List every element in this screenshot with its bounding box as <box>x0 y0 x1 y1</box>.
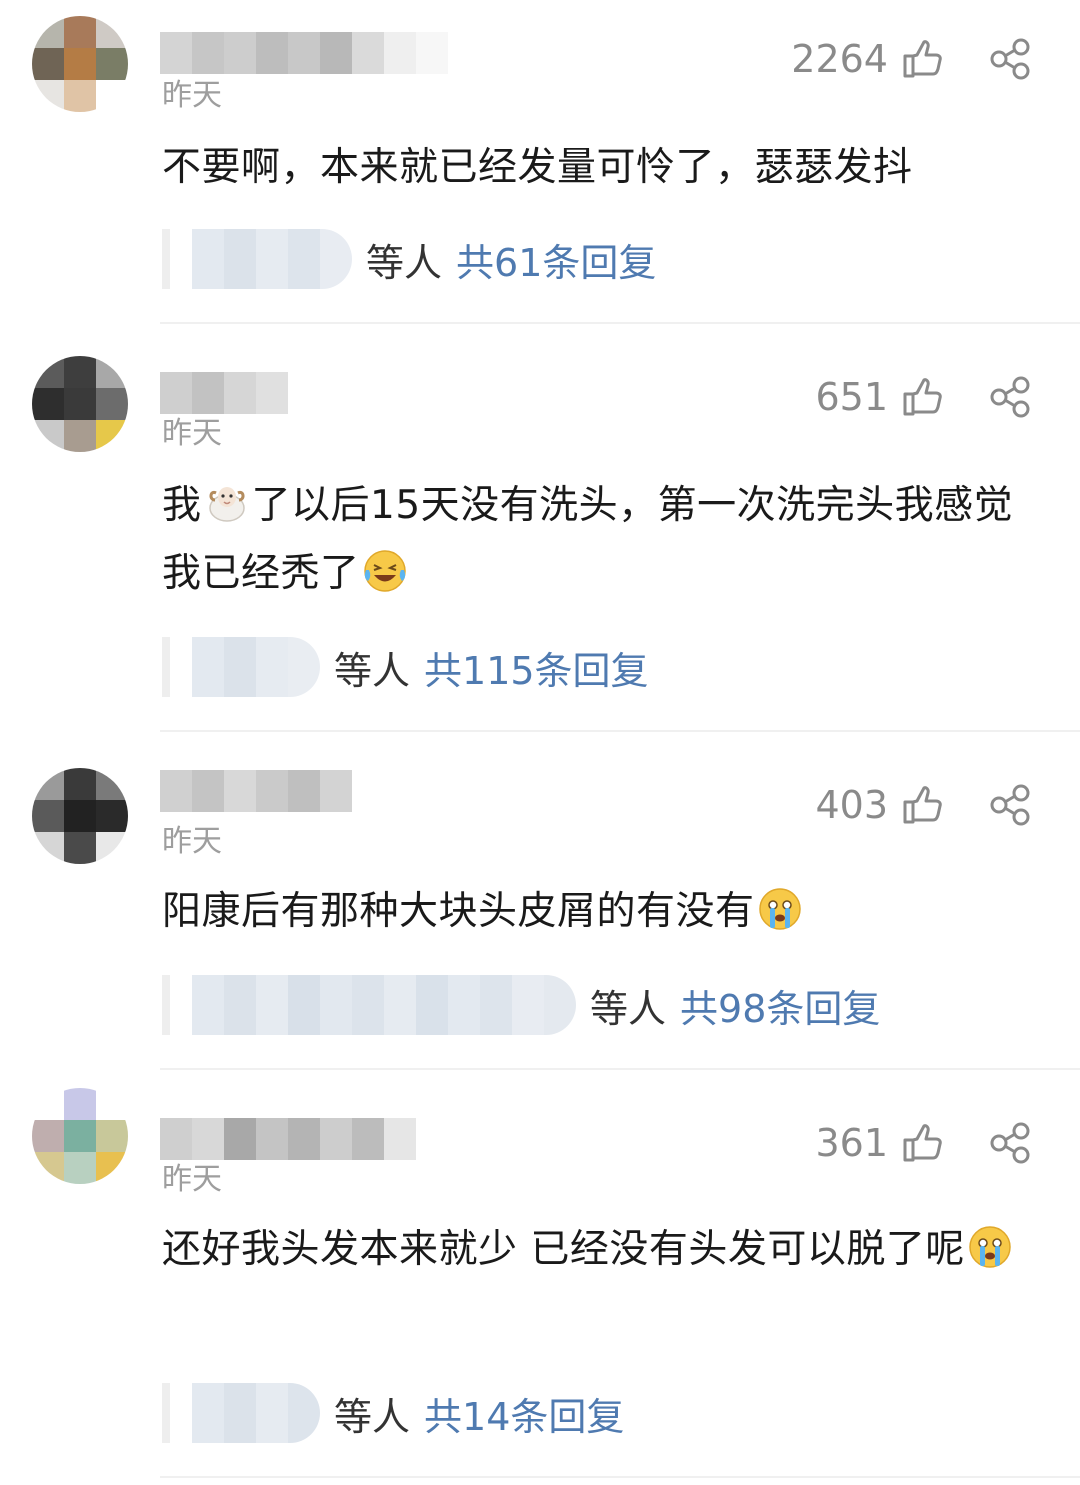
comment-text-part: 了以后15天没有洗头，第一次洗完头我感觉我已经秃了 <box>162 483 1014 596</box>
divider <box>160 1476 1080 1478</box>
avatar[interactable] <box>32 1088 128 1184</box>
comment-time: 昨天 <box>162 824 222 859</box>
comment-text-part: 不要啊，本来就已经发量可怜了，瑟瑟发抖 <box>162 145 913 190</box>
reply-summary[interactable]: 等人 共14条回复 <box>162 1380 624 1446</box>
comment-text-part: 阳康后有那种大块头皮屑的有没有 <box>162 889 755 934</box>
thumbs-up-icon[interactable] <box>902 377 942 417</box>
reply-bar <box>162 637 170 697</box>
comment-actions: 2264 <box>791 34 1032 84</box>
divider <box>160 730 1080 732</box>
reply-names-blurred <box>192 637 320 697</box>
comment-text: 还好我头发本来就少 已经没有头发可以脱了呢 <box>162 1216 1052 1284</box>
share-icon[interactable] <box>988 375 1032 419</box>
like-count: 361 <box>815 1121 888 1165</box>
reply-users-suffix: 等人 <box>334 1394 411 1439</box>
reply-names-blurred <box>192 975 576 1035</box>
comment-time: 昨天 <box>162 416 222 451</box>
comment-text: 不要啊，本来就已经发量可怜了，瑟瑟发抖 <box>162 134 1052 202</box>
reply-bar <box>162 975 170 1035</box>
username-blurred[interactable] <box>160 770 352 812</box>
avatar[interactable] <box>32 16 128 112</box>
divider <box>160 1068 1080 1070</box>
username-blurred[interactable] <box>160 1118 416 1160</box>
comment-time: 昨天 <box>162 1162 222 1197</box>
comment-text: 我 了以后15天没有洗头，第一次洗完头我感觉我已经秃了 <box>162 472 1052 608</box>
like-count: 651 <box>815 375 888 419</box>
reply-names-blurred <box>192 229 352 289</box>
reply-users-suffix: 等人 <box>366 240 443 285</box>
reply-bar <box>162 1383 170 1443</box>
comment-text-part: 我 <box>162 483 202 528</box>
reply-count-link[interactable]: 共14条回复 <box>424 1386 624 1441</box>
reply-summary[interactable]: 等人 共115条回复 <box>162 634 649 700</box>
divider <box>160 322 1080 324</box>
comment-text: 阳康后有那种大块头皮屑的有没有 <box>162 878 1052 946</box>
thumbs-up-icon[interactable] <box>902 39 942 79</box>
reply-count-link[interactable]: 共98条回复 <box>680 978 880 1033</box>
crying-emoji <box>969 1226 1011 1268</box>
reply-summary[interactable]: 等人 共98条回复 <box>162 972 880 1038</box>
comment-text-part: 还好我头发本来就少 已经没有头发可以脱了呢 <box>162 1227 965 1272</box>
reply-summary[interactable]: 等人 共61条回复 <box>162 226 656 292</box>
reply-count-link[interactable]: 共61条回复 <box>456 232 656 287</box>
sheep-emoji <box>208 487 245 522</box>
username-blurred[interactable] <box>160 372 288 414</box>
like-count: 403 <box>815 783 888 827</box>
reply-users-suffix: 等人 <box>334 648 411 693</box>
comment-time: 昨天 <box>162 78 222 113</box>
comment-actions: 361 <box>815 1118 1032 1168</box>
like-count: 2264 <box>791 37 888 81</box>
laughing-crying-emoji <box>363 550 406 592</box>
avatar[interactable] <box>32 356 128 452</box>
reply-count-link[interactable]: 共115条回复 <box>424 640 649 695</box>
thumbs-up-icon[interactable] <box>902 1123 942 1163</box>
comment-actions: 651 <box>815 372 1032 422</box>
reply-names-blurred <box>192 1383 320 1443</box>
share-icon[interactable] <box>988 37 1032 81</box>
share-icon[interactable] <box>988 783 1032 827</box>
avatar[interactable] <box>32 768 128 864</box>
username-blurred[interactable] <box>160 32 448 74</box>
share-icon[interactable] <box>988 1121 1032 1165</box>
reply-users-suffix: 等人 <box>590 986 667 1031</box>
comment-actions: 403 <box>815 780 1032 830</box>
thumbs-up-icon[interactable] <box>902 785 942 825</box>
crying-emoji <box>758 888 801 930</box>
reply-bar <box>162 229 170 289</box>
